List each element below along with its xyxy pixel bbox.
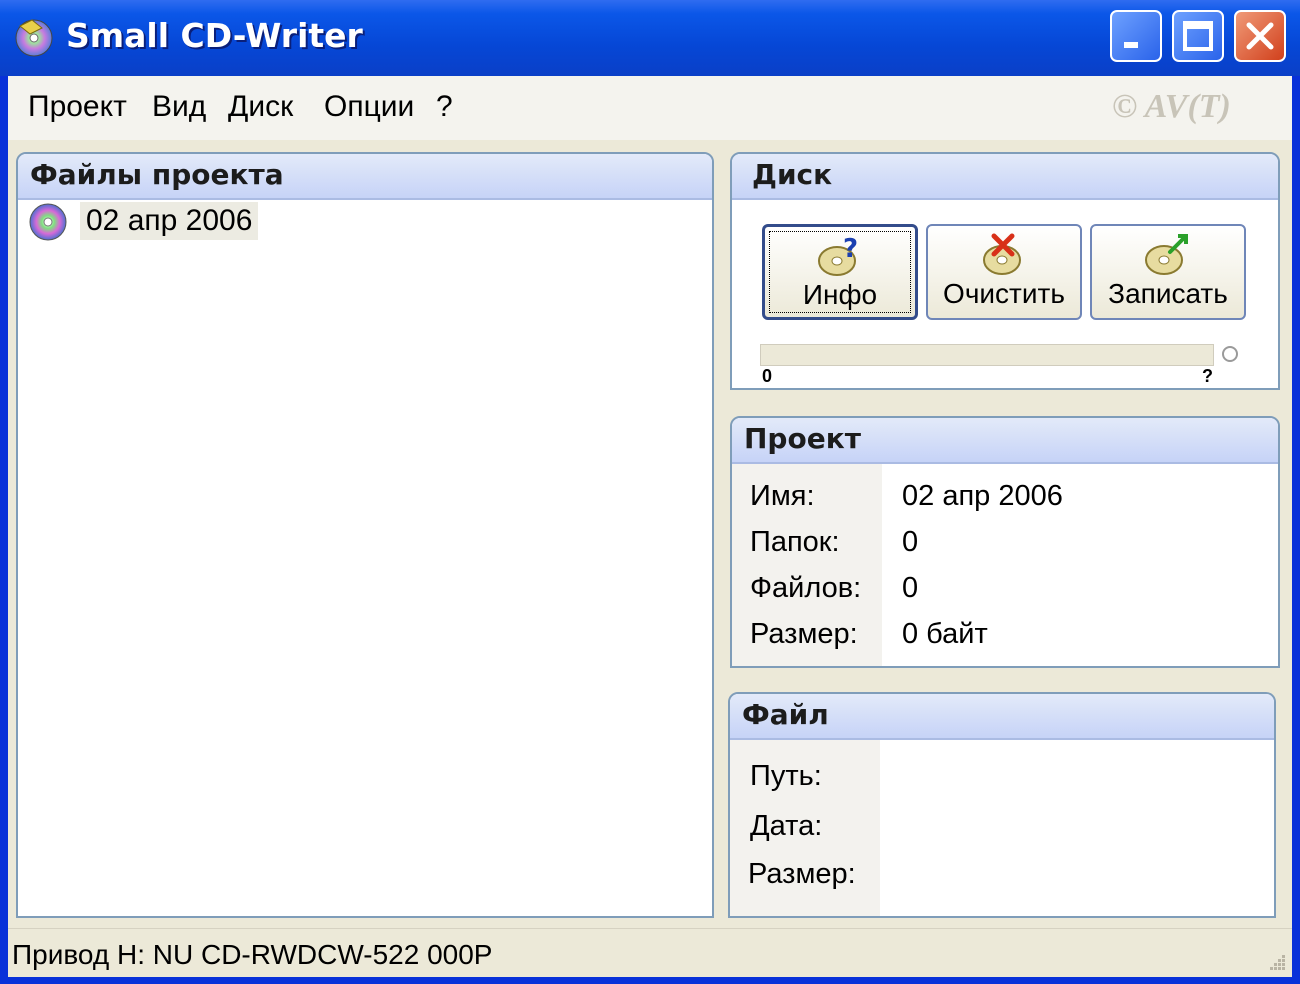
file-info-panel: Файл Путь: Дата: Размер: <box>728 692 1276 918</box>
panel-title: Диск <box>752 158 833 191</box>
capacity-max-label: ? <box>1202 366 1213 386</box>
capacity-min-label: 0 <box>762 366 773 386</box>
project-size-value: 0 байт <box>902 618 988 650</box>
panel-title: Файл <box>742 698 829 731</box>
maximize-icon <box>1183 21 1213 51</box>
project-name-label: Имя: <box>750 480 815 512</box>
write-button-label: Записать <box>1108 278 1228 309</box>
menu-project[interactable]: Проект <box>28 90 127 124</box>
status-bar: Привод H: NU CD-RWDCW-522 000P <box>8 928 1292 977</box>
file-path-label: Путь: <box>750 760 822 792</box>
project-files-label: Файлов: <box>750 572 862 604</box>
minimize-button[interactable] <box>1110 10 1162 62</box>
close-icon <box>1246 22 1274 50</box>
menu-view[interactable]: Вид <box>152 90 206 124</box>
file-size-label: Размер: <box>748 858 856 890</box>
close-button[interactable] <box>1234 10 1286 62</box>
cd-app-icon <box>15 19 53 57</box>
info-button-label: Инфо <box>802 279 878 310</box>
project-files-value: 0 <box>902 572 919 604</box>
app-window: Small CD-Writer Проект Вид Диск Опции ? … <box>0 0 1300 984</box>
client-area: Проект Вид Диск Опции ? © AV(T) Файлы пр… <box>8 76 1292 977</box>
info-button[interactable]: ? Инфо <box>762 224 918 320</box>
panel-title: Файлы проекта <box>30 158 284 191</box>
status-drive-text: Привод H: NU CD-RWDCW-522 000P <box>12 939 493 970</box>
panel-header: Диск <box>732 154 1278 200</box>
menu-disk[interactable]: Диск <box>228 90 293 124</box>
maximize-button[interactable] <box>1172 10 1224 62</box>
project-folders-value: 0 <box>902 526 919 558</box>
svg-text:?: ? <box>843 234 858 264</box>
menu-bar: Проект Вид Диск Опции ? © AV(T) <box>8 76 1292 140</box>
capacity-indicator <box>1222 346 1238 362</box>
resize-grip-icon[interactable] <box>1266 951 1288 973</box>
file-tree-item-label: 02 апр 2006 <box>80 202 259 240</box>
disc-write-icon <box>1145 234 1188 275</box>
project-info-panel: Проект Имя: 02 апр 2006 Папок: 0 Файлов:… <box>730 416 1280 668</box>
panel-header: Проект <box>732 418 1278 464</box>
project-files-panel: Файлы проекта 02 апр 2006 <box>16 152 714 918</box>
copyright-logo: © AV(T) <box>1112 88 1231 125</box>
project-folders-label: Папок: <box>750 526 840 558</box>
cd-icon <box>29 203 67 241</box>
panel-title: Проект <box>744 422 861 455</box>
file-date-label: Дата: <box>750 810 823 842</box>
project-name-value: 02 апр 2006 <box>902 480 1063 512</box>
minimize-icon <box>1124 42 1138 48</box>
menu-options[interactable]: Опции <box>324 90 414 124</box>
menu-help[interactable]: ? <box>436 90 453 124</box>
clear-button-label: Очистить <box>943 278 1065 309</box>
write-button[interactable]: Записать <box>1090 224 1246 320</box>
disc-info-icon: ? <box>818 234 858 276</box>
project-size-label: Размер: <box>750 618 858 650</box>
title-bar[interactable]: Small CD-Writer <box>0 0 1300 76</box>
panel-header: Файл <box>730 694 1274 740</box>
disc-erase-icon <box>983 233 1021 275</box>
disk-capacity-bar <box>760 344 1214 366</box>
disk-panel: Диск ? Инфо Очистить Записать 0 ? <box>730 152 1280 390</box>
window-title: Small CD-Writer <box>66 16 363 55</box>
panel-header: Файлы проекта <box>18 154 712 200</box>
clear-button[interactable]: Очистить <box>926 224 1082 320</box>
